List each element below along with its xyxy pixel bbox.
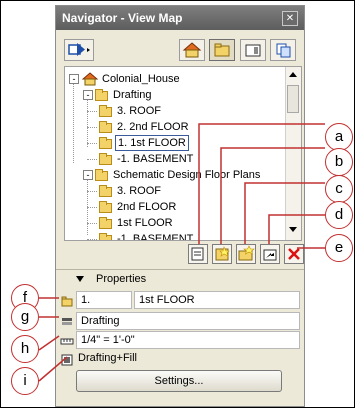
callout-a: a <box>325 123 353 151</box>
callout-b: b <box>325 148 353 176</box>
figure-frame: Navigator - View Map ✕ - Colonial_House … <box>0 0 355 408</box>
callout-h: h <box>11 335 39 363</box>
callout-d: d <box>325 201 353 229</box>
callout-g: g <box>11 303 39 331</box>
callout-c: c <box>325 175 353 203</box>
callout-i: i <box>11 367 39 395</box>
callout-e: e <box>325 234 353 262</box>
callout-leader-lines <box>38 123 325 382</box>
